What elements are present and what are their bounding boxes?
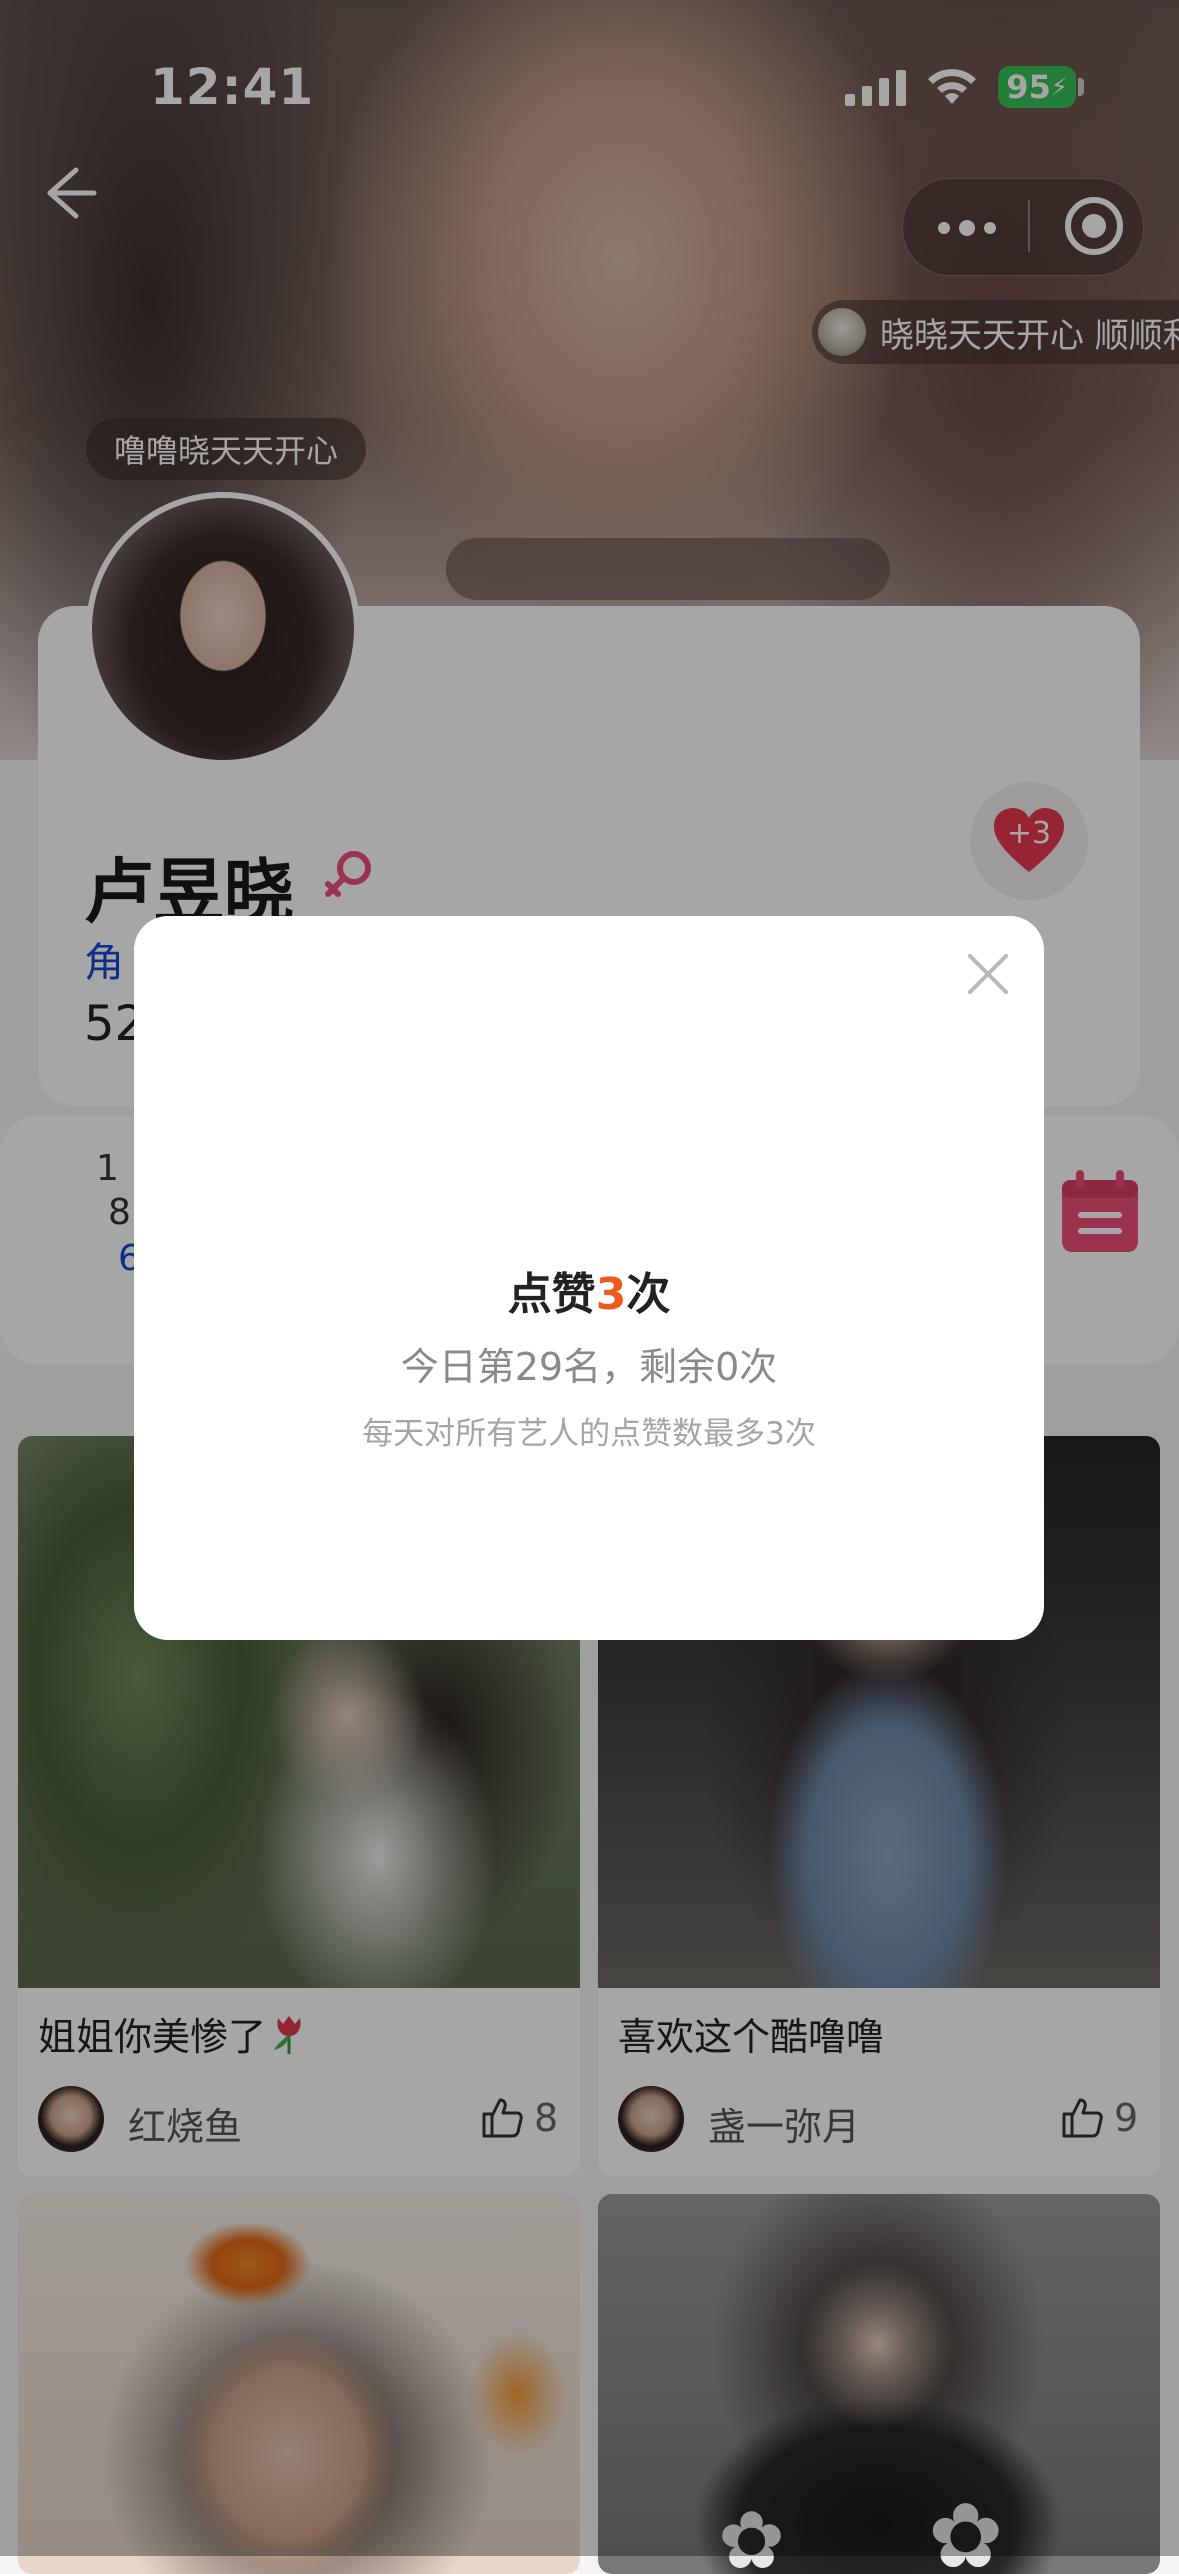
- like-times: 3: [595, 1269, 627, 1320]
- dialog-title: 点赞3次: [507, 1269, 671, 1320]
- dialog-subtitle: 今日第29名，剩余0次: [400, 1345, 778, 1389]
- dialog-note: 每天对所有艺人的点赞数最多3次: [362, 1416, 816, 1452]
- close-icon[interactable]: [964, 950, 1012, 998]
